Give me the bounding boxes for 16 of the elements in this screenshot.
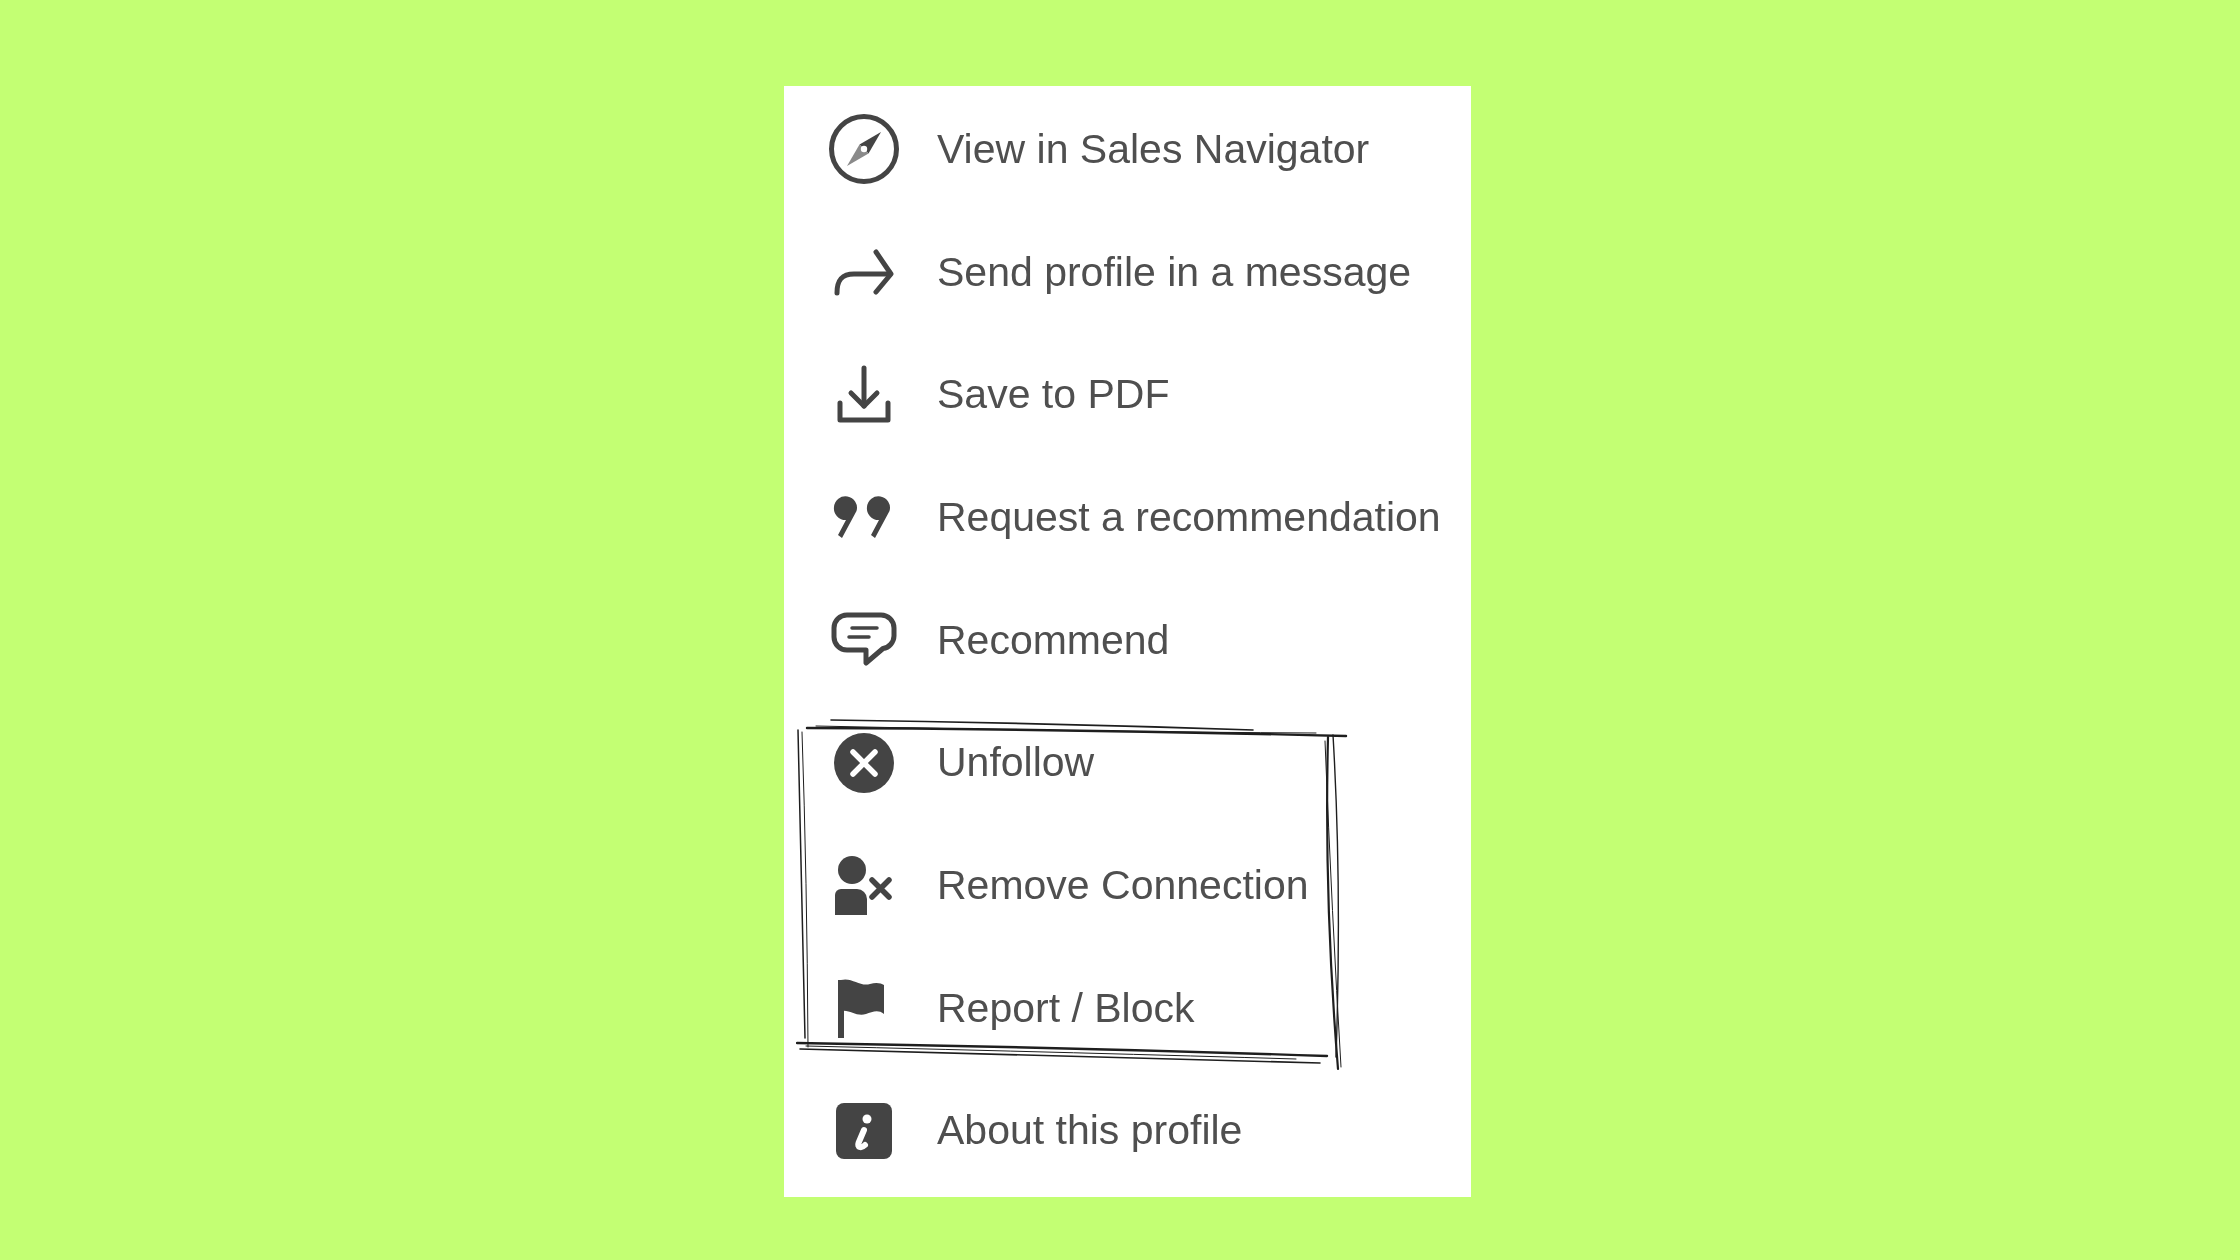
person-x-icon (835, 855, 895, 916)
download-icon (835, 364, 893, 425)
menu-item[interactable]: Report / Block (784, 946, 1471, 1070)
menu-item[interactable]: Recommend (784, 578, 1471, 702)
x-circle-icon (834, 732, 894, 793)
info-icon (836, 1102, 892, 1159)
menu-item[interactable]: View in Sales Navigator (784, 88, 1471, 211)
menu-item[interactable]: Request a recommendation (784, 456, 1471, 579)
flag-icon (836, 978, 886, 1039)
menu-item[interactable]: Remove Connection (784, 824, 1471, 947)
menu-item[interactable]: Send profile in a message (784, 210, 1471, 334)
menu-item[interactable]: About this profile (784, 1069, 1471, 1193)
menu-item[interactable]: Save to PDF (784, 333, 1471, 457)
speech-bubble-icon (831, 612, 897, 669)
compass-icon (828, 113, 900, 186)
menu-item[interactable]: Unfollow (784, 701, 1471, 825)
